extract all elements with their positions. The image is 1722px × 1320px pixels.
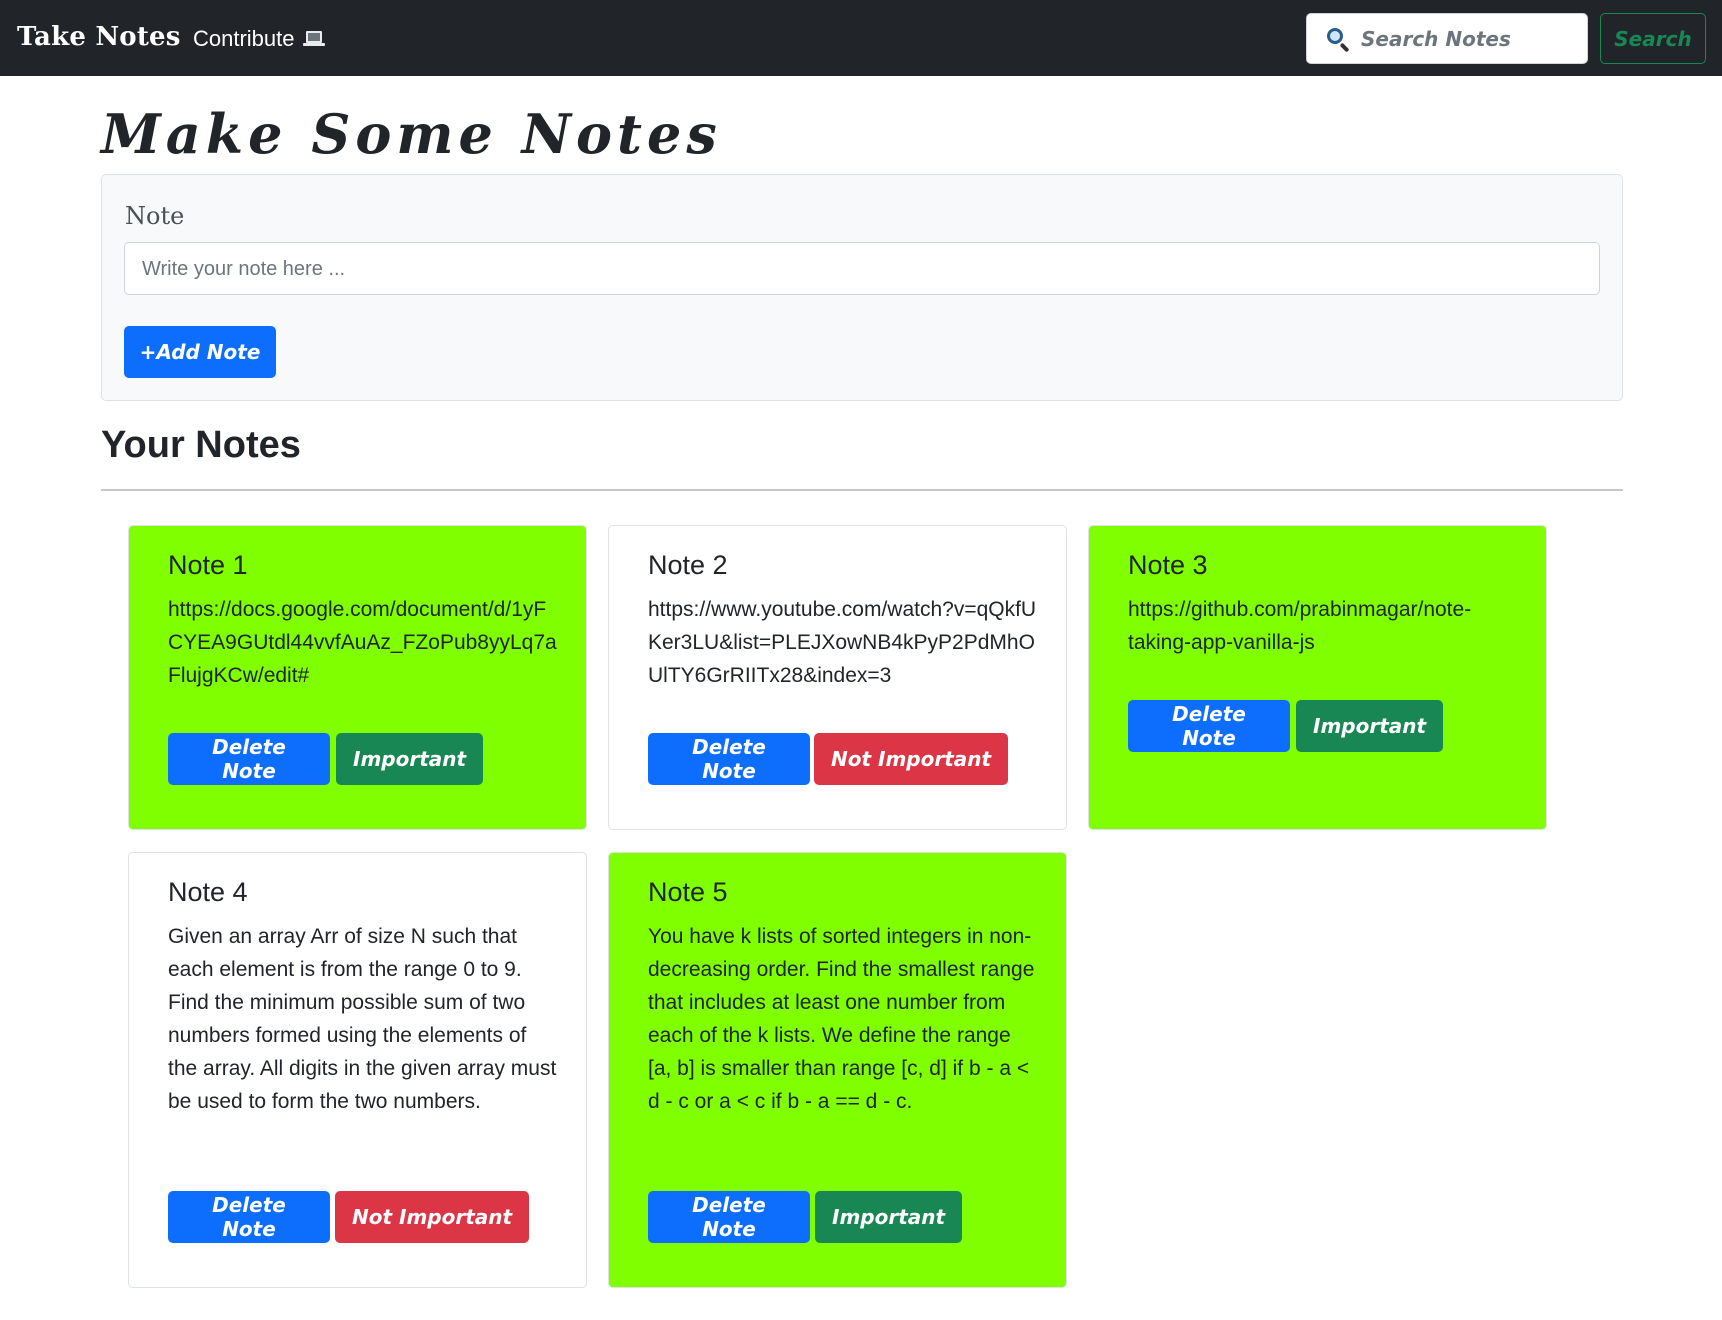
note-text: Given an array Arr of size N such that e… xyxy=(168,925,557,1113)
delete-note-button[interactable]: Delete Note xyxy=(168,1191,330,1243)
note-text: https://github.com/prabinmagar/note-taki… xyxy=(1128,598,1472,654)
note-card: Note 1 https://docs.google.com/document/… xyxy=(128,525,587,830)
important-toggle-button[interactable]: Not Important xyxy=(814,733,1009,785)
search-icon xyxy=(1325,26,1351,52)
divider xyxy=(101,489,1623,491)
delete-note-button[interactable]: Delete Note xyxy=(1128,700,1290,752)
note-title: Note 2 xyxy=(648,550,728,580)
search-input[interactable] xyxy=(1361,26,1581,51)
note-text: https://www.youtube.com/watch?v=qQkfUKer… xyxy=(648,598,1037,687)
navbar: Take Notes Contribute Search xyxy=(0,0,1722,76)
delete-note-button[interactable]: Delete Note xyxy=(648,733,810,785)
important-toggle-button[interactable]: Not Important xyxy=(335,1191,530,1243)
laptop-icon xyxy=(302,31,325,47)
note-text: You have k lists of sorted integers in n… xyxy=(648,925,1035,1113)
note-title: Note 4 xyxy=(168,877,248,907)
note-card: Note 4 Given an array Arr of size N such… xyxy=(128,852,587,1288)
note-label: Note xyxy=(125,202,185,230)
note-card: Note 2 https://www.youtube.com/watch?v=q… xyxy=(608,525,1067,830)
search-field[interactable] xyxy=(1306,13,1588,64)
note-title: Note 1 xyxy=(168,550,248,580)
note-title: Note 3 xyxy=(1128,550,1208,580)
your-notes-heading: Your Notes xyxy=(101,424,301,466)
page-title: Make Some Notes xyxy=(101,102,722,166)
brand-link[interactable]: Take Notes xyxy=(17,22,181,52)
note-input[interactable] xyxy=(124,242,1600,295)
contribute-link[interactable]: Contribute xyxy=(193,26,325,52)
note-card: Note 3 https://github.com/prabinmagar/no… xyxy=(1088,525,1547,830)
important-toggle-button[interactable]: Important xyxy=(815,1191,963,1243)
important-toggle-button[interactable]: Important xyxy=(1296,700,1444,752)
note-card: Note 5 You have k lists of sorted intege… xyxy=(608,852,1067,1288)
delete-note-button[interactable]: Delete Note xyxy=(648,1191,810,1243)
note-text: https://docs.google.com/document/d/1yFCY… xyxy=(168,598,557,687)
note-title: Note 5 xyxy=(648,877,728,907)
add-note-card: Note +Add Note xyxy=(101,174,1623,401)
contribute-label: Contribute xyxy=(193,26,295,51)
add-note-button[interactable]: +Add Note xyxy=(124,326,276,378)
delete-note-button[interactable]: Delete Note xyxy=(168,733,330,785)
search-button[interactable]: Search xyxy=(1600,13,1706,64)
important-toggle-button[interactable]: Important xyxy=(336,733,484,785)
